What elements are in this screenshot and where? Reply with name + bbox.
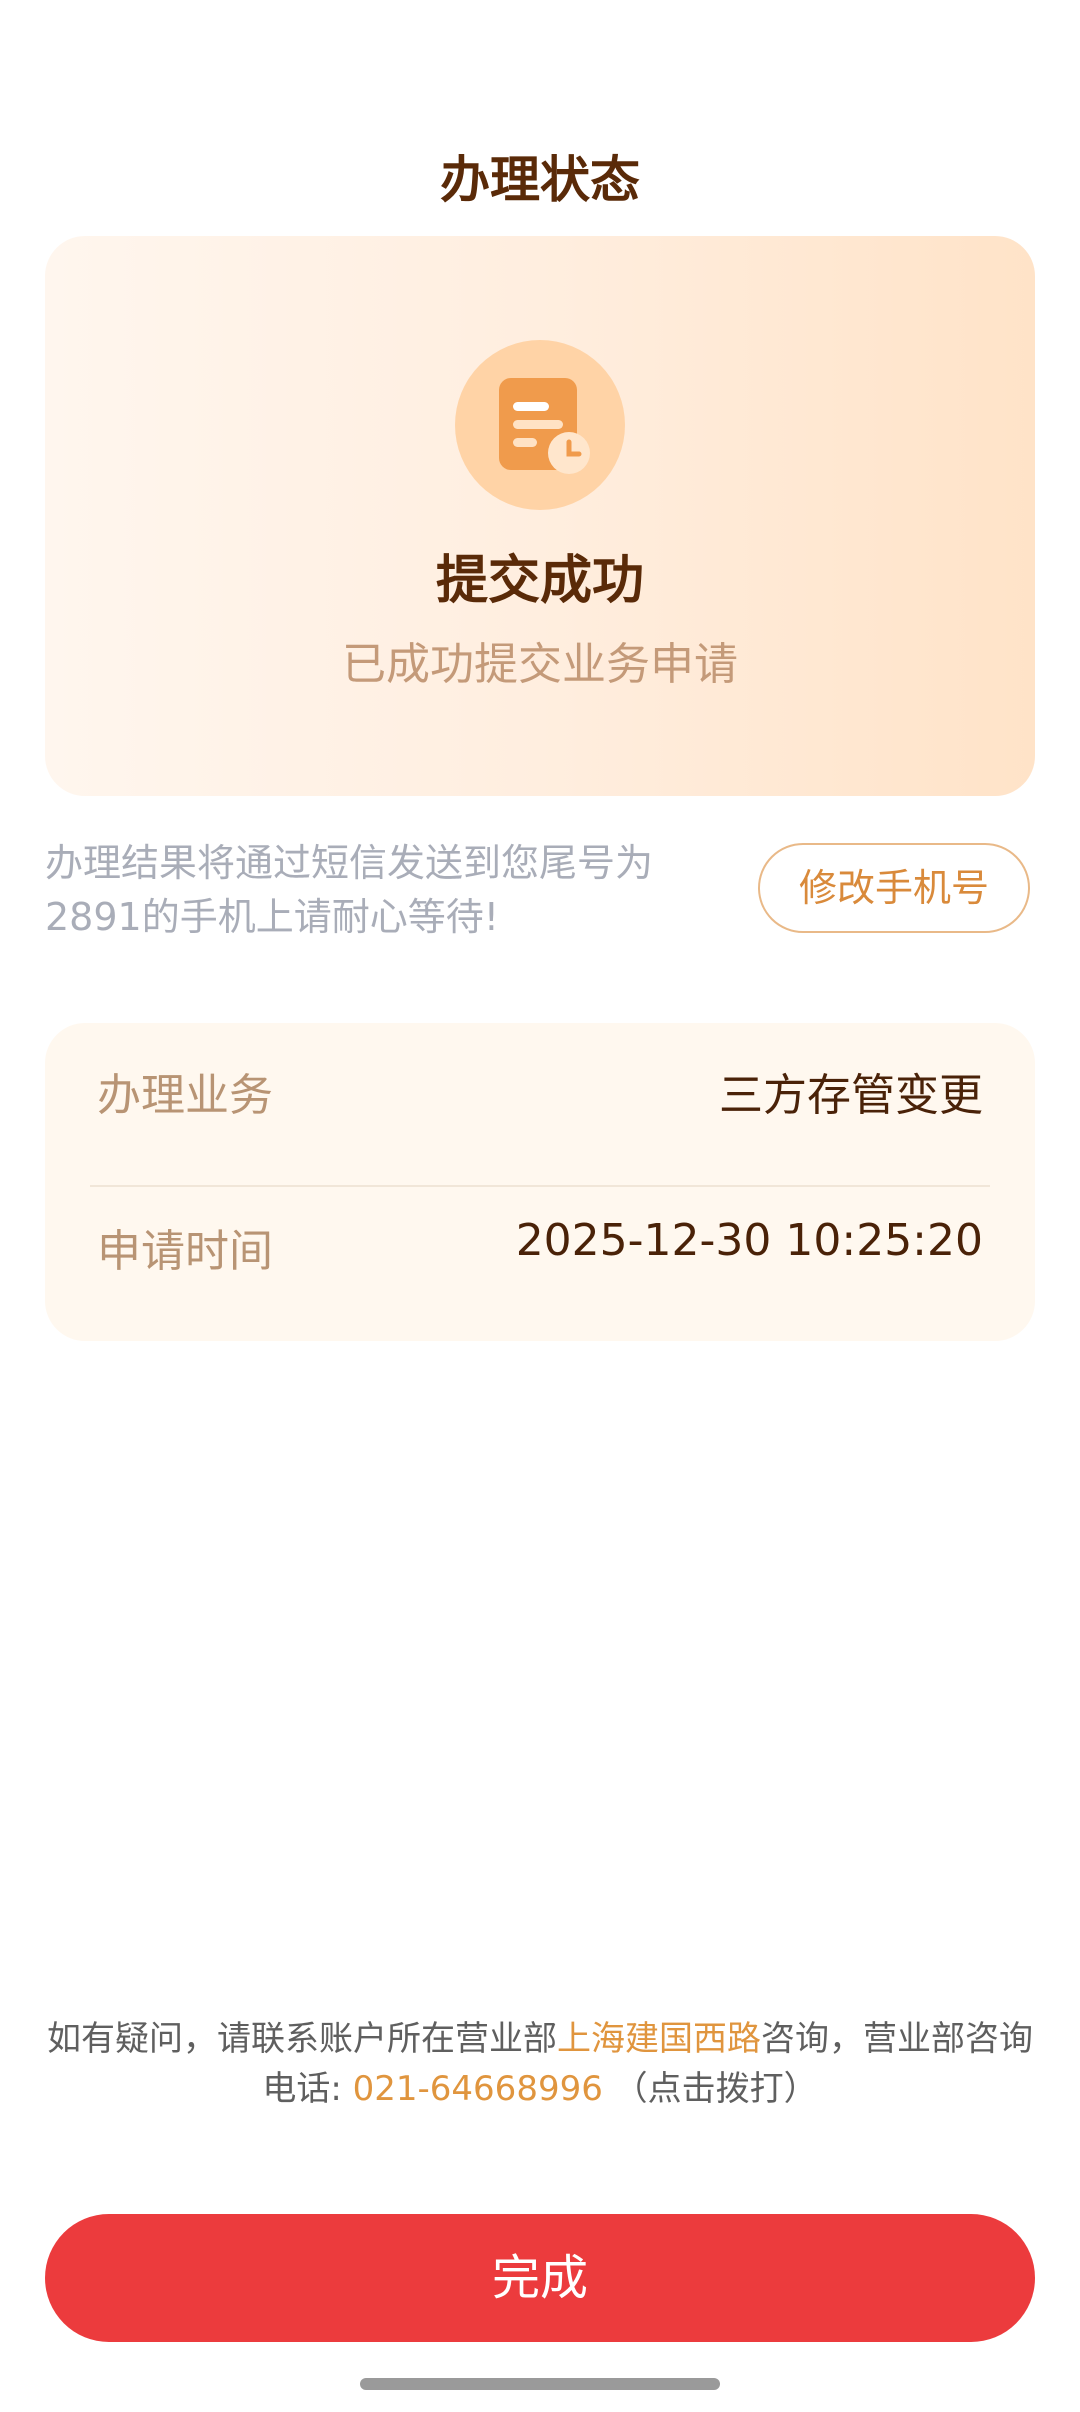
- branch-link[interactable]: 上海建国西路: [557, 2019, 761, 2059]
- sms-notice: 办理结果将通过短信发送到您尾号为 2891的手机上请耐心等待!: [45, 836, 705, 944]
- detail-row-time: 申请时间 2025-12-30 10:25:20: [45, 1179, 1035, 1299]
- status-subtitle: 已成功提交业务申请: [342, 639, 738, 690]
- contact-info: 如有疑问，请联系账户所在营业部上海建国西路咨询，营业部咨询电话: 021-646…: [40, 2014, 1040, 2114]
- contact-suffix[interactable]: （点击拨打）: [614, 2069, 818, 2109]
- details-card: 办理业务 三方存管变更 申请时间 2025-12-30 10:25:20: [45, 1023, 1035, 1341]
- phone-link[interactable]: 021-64668996: [353, 2069, 603, 2109]
- detail-value: 三方存管变更: [719, 1070, 983, 1121]
- document-clock-icon: [455, 340, 625, 510]
- status-card: 提交成功 已成功提交业务申请: [45, 236, 1035, 796]
- contact-prefix: 如有疑问，请联系账户所在营业部: [47, 2019, 557, 2059]
- detail-row-business: 办理业务 三方存管变更: [45, 1023, 1035, 1143]
- change-phone-button[interactable]: 修改手机号: [758, 843, 1030, 933]
- sms-notice-line1: 办理结果将通过短信发送到您尾号为: [45, 841, 654, 885]
- status-title: 提交成功: [435, 551, 644, 611]
- home-indicator[interactable]: [360, 2378, 720, 2390]
- page-title: 办理状态: [440, 151, 640, 209]
- sms-notice-line2: 2891的手机上请耐心等待!: [45, 895, 499, 939]
- detail-label: 办理业务: [97, 1070, 273, 1121]
- detail-label: 申请时间: [97, 1226, 273, 1277]
- detail-value: 2025-12-30 10:25:20: [515, 1215, 983, 1266]
- done-button[interactable]: 完成: [45, 2214, 1035, 2342]
